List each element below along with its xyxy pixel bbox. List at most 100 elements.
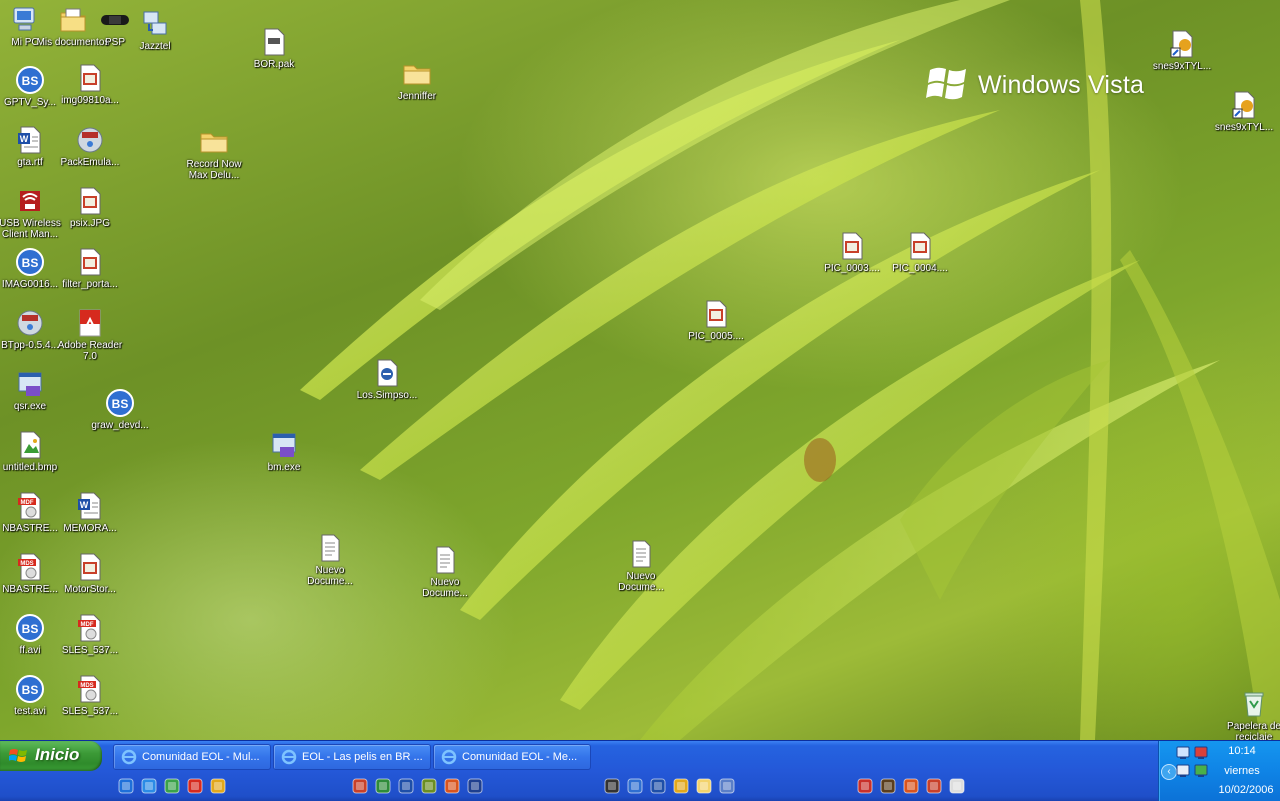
desktop-icon-label: BOR.pak <box>253 59 295 70</box>
acrobat-icon[interactable] <box>857 778 873 794</box>
image-file-icon <box>80 187 101 215</box>
bsplayer-file-icon: BS <box>16 66 44 94</box>
desktop-icon[interactable]: MDS SLES_537... <box>52 673 128 717</box>
globe-icon[interactable] <box>926 778 942 794</box>
desktop-icon[interactable]: W MEMORA... <box>52 490 128 534</box>
text-document-icon <box>632 540 651 568</box>
desktop-icon[interactable]: img09810a... <box>52 62 128 106</box>
pdf-tool-icon[interactable] <box>352 778 368 794</box>
text-document-icon <box>436 546 455 574</box>
desktop-icon[interactable]: Nuevo Docume... <box>603 538 679 593</box>
svg-text:MDF: MDF <box>21 500 34 506</box>
desktop-icon[interactable]: snes9xTYL... <box>1206 89 1280 133</box>
desktop-icon-label: PIC_0003.... <box>824 263 880 274</box>
paint-icon[interactable] <box>903 778 919 794</box>
chip-icon[interactable] <box>650 778 666 794</box>
application-icon[interactable] <box>398 778 414 794</box>
start-button[interactable]: Inicio <box>0 741 102 771</box>
messenger-icon[interactable] <box>164 778 180 794</box>
desktop-icon[interactable]: Jazztel <box>117 8 193 52</box>
desktop-icon[interactable]: Jenniffer <box>379 58 455 102</box>
svg-text:MDS: MDS <box>80 683 93 689</box>
document-file-icon <box>377 359 398 387</box>
desktop-icon-label: filter_porta... <box>62 279 118 290</box>
outlook-express-icon[interactable] <box>141 778 157 794</box>
desktop[interactable]: Windows Vista Mi PC Mis documentos PSP Jazz… <box>0 0 1280 740</box>
windows-flag-icon <box>9 749 27 762</box>
excel-icon[interactable] <box>375 778 391 794</box>
clock-time[interactable]: 10:14 <box>1207 745 1277 757</box>
app-icon[interactable] <box>719 778 735 794</box>
people-icon[interactable] <box>604 778 620 794</box>
internet-explorer-icon <box>441 749 457 765</box>
desktop-icon[interactable]: PIC_0003.... <box>814 230 890 274</box>
svg-text:MDS: MDS <box>20 561 33 567</box>
desktop-icon[interactable]: BOR.pak <box>236 26 312 70</box>
keyboard-icon[interactable] <box>949 778 965 794</box>
media-icon[interactable] <box>421 778 437 794</box>
image-file-icon <box>706 300 727 328</box>
svg-text:BS: BS <box>112 397 129 411</box>
network-icon[interactable] <box>1175 745 1191 761</box>
desktop-icon-label: Nuevo Docume... <box>422 577 468 599</box>
clock-day: viernes <box>1224 765 1260 777</box>
taskbar-button-comunidad-eol-mul[interactable]: Comunidad EOL - Mul... <box>113 744 271 770</box>
desktop-icon[interactable]: MDF SLES_537... <box>52 612 128 656</box>
bsplayer-file-icon: BS <box>16 614 44 642</box>
desktop-icon[interactable]: Papelera de reciclaje <box>1216 688 1280 740</box>
desktop-icon[interactable]: PIC_0004.... <box>882 230 958 274</box>
wallpaper <box>300 0 1280 740</box>
svg-text:W: W <box>80 500 89 510</box>
desktop-icon[interactable]: Record Now Max Delu... <box>176 126 252 181</box>
bsplayer-file-icon: BS <box>16 675 44 703</box>
skype-icon[interactable] <box>187 778 203 794</box>
desktop-icon[interactable]: Nuevo Docume... <box>292 532 368 587</box>
folder-icon <box>403 65 431 85</box>
recycle-bin-icon <box>1244 692 1264 717</box>
image-file-icon <box>80 553 101 581</box>
desktop-icon-label: snes9xTYL... <box>1214 122 1274 133</box>
desktop-icon-label: qsr.exe <box>13 401 47 412</box>
shortcut-file-icon <box>1170 30 1193 58</box>
desktop-icon[interactable]: bm.exe <box>246 429 322 473</box>
file-icon <box>264 28 285 56</box>
adobe-reader-icon <box>79 309 101 337</box>
internet-explorer-icon[interactable] <box>118 778 134 794</box>
bitmap-file-icon <box>20 431 41 459</box>
clock-date: 10/02/2006 <box>1218 784 1274 796</box>
desktop-icon[interactable]: Los.Simpso... <box>349 357 425 401</box>
folder-icon[interactable] <box>696 778 712 794</box>
desktop-icon[interactable]: PIC_0005.... <box>678 298 754 342</box>
desktop-icon[interactable]: BS graw_devd... <box>82 387 158 431</box>
tools-icon[interactable] <box>880 778 896 794</box>
desktop-icon-label: MEMORA... <box>63 523 117 534</box>
word-document-icon: W <box>18 126 41 154</box>
desktop-icon[interactable]: untitled.bmp <box>0 429 68 473</box>
volume-icon[interactable] <box>1175 763 1191 779</box>
shortcut-file-icon <box>1232 91 1255 119</box>
mds-disc-image-icon: MDS <box>78 675 101 703</box>
desktop-icon-label: PackEmula... <box>60 157 120 168</box>
word-icon[interactable] <box>467 778 483 794</box>
desktop-icon[interactable]: MotorStor... <box>52 551 128 595</box>
desktop-icon[interactable]: filter_porta... <box>52 246 128 290</box>
mds-disc-image-icon: MDS <box>18 553 41 581</box>
desktop-icon[interactable]: PackEmula... <box>52 124 128 168</box>
bsplayer-icon[interactable] <box>627 778 643 794</box>
desktop-icon[interactable]: snes9xTYL... <box>1144 28 1220 72</box>
image-file-icon <box>80 248 101 276</box>
windows-flag-icon <box>926 67 966 100</box>
desktop-icon[interactable]: psix.JPG <box>52 185 128 229</box>
desktop-icon[interactable]: qsr.exe <box>0 368 68 412</box>
taskbar-button-eol-las-pelis[interactable]: EOL - Las pelis en BR ... <box>273 744 431 770</box>
desktop-icon-label: Papelera de reciclaje <box>1227 721 1280 740</box>
folder-icon <box>200 133 228 153</box>
media-player-icon[interactable] <box>210 778 226 794</box>
mdf-disc-image-icon: MDF <box>18 492 41 520</box>
red-app-icon[interactable] <box>444 778 460 794</box>
desktop-icon[interactable]: Adobe Reader 7.0 <box>52 307 128 362</box>
desktop-icon[interactable]: Nuevo Docume... <box>407 544 483 599</box>
pen-icon[interactable] <box>673 778 689 794</box>
taskbar-button-comunidad-eol-me[interactable]: Comunidad EOL - Me... <box>433 744 591 770</box>
taskbar: Inicio Comunidad EOL - Mul... EOL - Las … <box>0 740 1280 801</box>
